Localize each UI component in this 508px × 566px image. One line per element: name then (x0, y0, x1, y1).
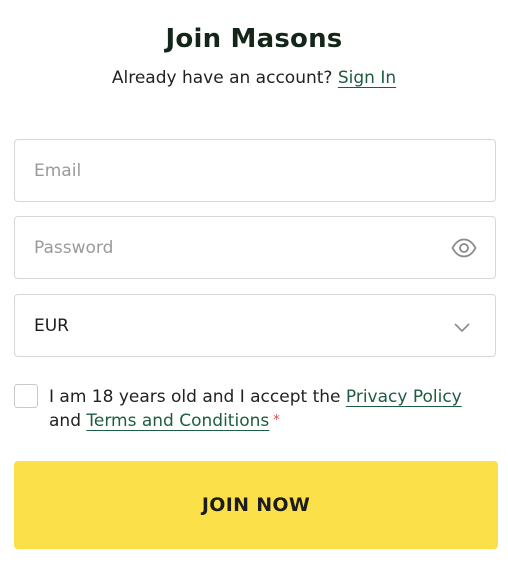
page-title: Join Masons (165, 24, 343, 54)
chevron-down-icon (453, 319, 471, 333)
signin-prompt-text: Already have an account? (111, 68, 333, 88)
currency-value: EUR (34, 316, 69, 336)
join-now-button[interactable]: JOIN NOW (14, 461, 498, 549)
currency-select[interactable]: EUR (14, 294, 496, 357)
terms-and-text: and (49, 411, 81, 431)
signin-prompt: Already have an account? Sign In (0, 68, 508, 88)
email-field[interactable] (15, 140, 495, 201)
terms-text: I am 18 years old and I accept the Priva… (49, 385, 489, 433)
terms-conditions-link[interactable]: Terms and Conditions (86, 411, 269, 431)
required-mark: * (273, 413, 280, 428)
terms-checkbox[interactable] (14, 384, 38, 408)
password-field[interactable] (15, 217, 495, 278)
email-field-container (14, 139, 496, 202)
sign-in-link[interactable]: Sign In (338, 68, 396, 88)
password-field-container (14, 216, 496, 279)
privacy-policy-link[interactable]: Privacy Policy (346, 387, 462, 407)
terms-text-before: I am 18 years old and I accept the (49, 387, 341, 407)
eye-icon[interactable] (451, 237, 477, 259)
